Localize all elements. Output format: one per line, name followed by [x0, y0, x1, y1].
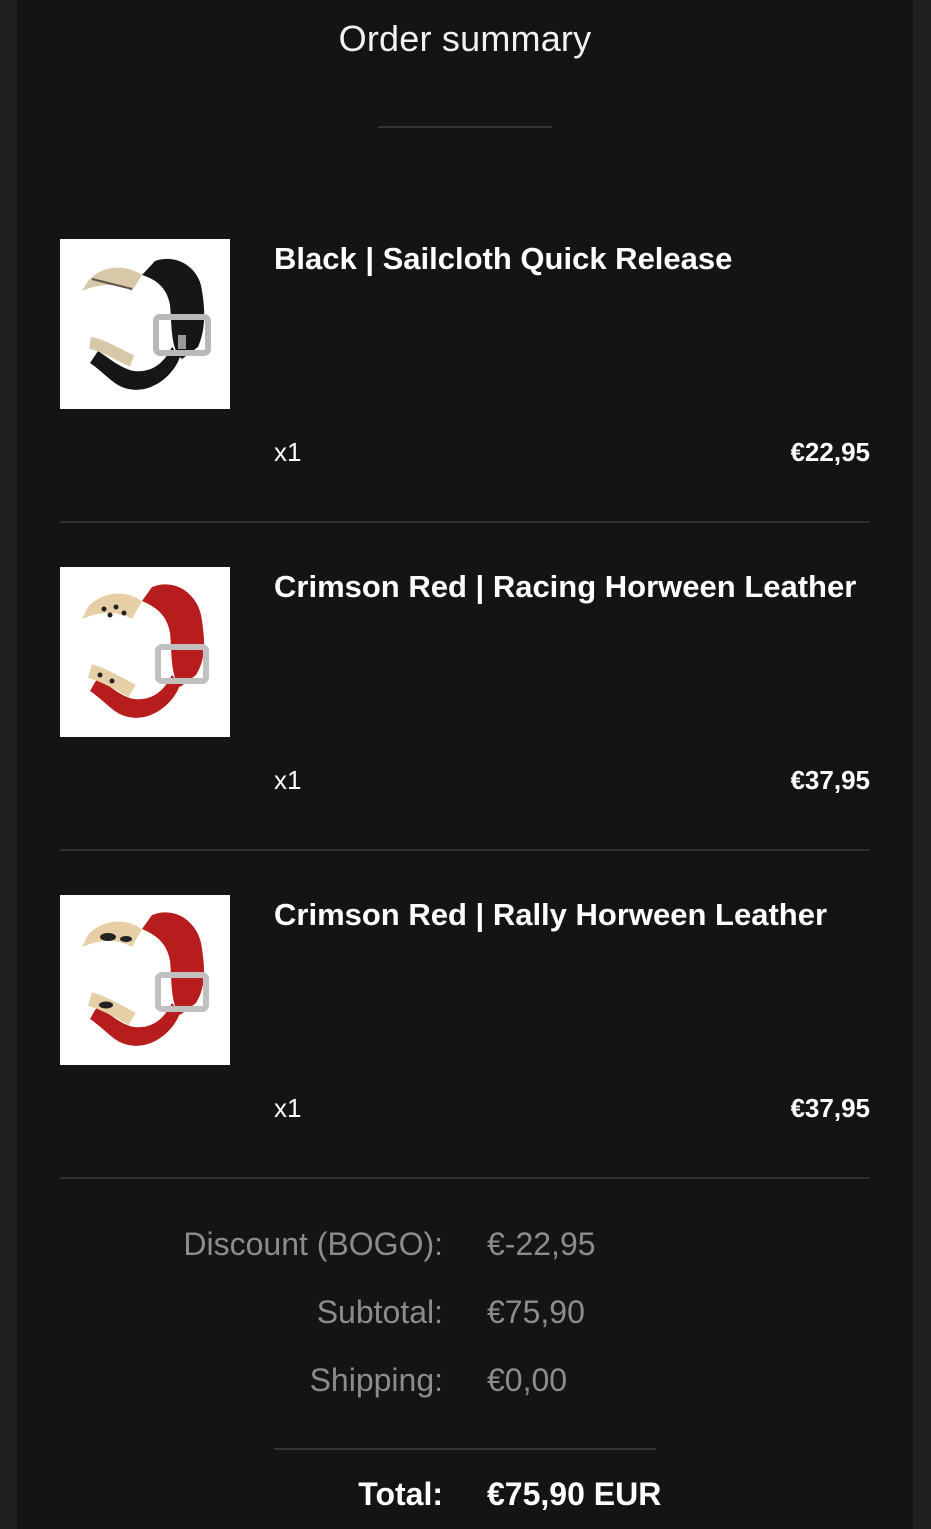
total-value: €75,90 EUR — [487, 1476, 662, 1512]
order-summary-panel: Order summary Black | Sailcloth Quick Re… — [17, 0, 913, 1529]
subtotal-row: Subtotal: €75,90 — [17, 1294, 913, 1338]
product-price: €22,95 — [790, 437, 870, 467]
page-title: Order summary — [338, 18, 592, 59]
item-divider — [60, 1177, 870, 1179]
discount-value: €-22,95 — [487, 1226, 596, 1262]
order-item: Crimson Red | Racing Horween Leather x1 … — [60, 567, 870, 851]
product-quantity: x1 — [274, 437, 302, 467]
item-divider — [60, 849, 870, 851]
subtotal-label: Subtotal: — [316, 1294, 443, 1330]
product-price: €37,95 — [790, 1093, 870, 1123]
total-row: Total: €75,90 EUR — [17, 1476, 913, 1520]
watch-strap-image — [82, 912, 209, 1046]
discount-label: Discount (BOGO): — [183, 1226, 443, 1262]
product-thumbnail — [60, 895, 230, 1065]
shipping-label: Shipping: — [309, 1362, 443, 1398]
product-name[interactable]: Crimson Red | Rally Horween Leather — [274, 897, 827, 933]
subtotal-value: €75,90 — [487, 1294, 585, 1330]
order-item: Crimson Red | Rally Horween Leather x1 €… — [60, 895, 870, 1179]
order-item: Black | Sailcloth Quick Release x1 €22,9… — [60, 239, 870, 523]
watch-strap-image — [82, 584, 209, 718]
total-divider — [274, 1448, 656, 1450]
product-quantity: x1 — [274, 765, 302, 795]
product-quantity: x1 — [274, 1093, 302, 1123]
total-label: Total: — [358, 1476, 443, 1512]
item-divider — [60, 521, 870, 523]
product-thumbnail — [60, 239, 230, 409]
product-name[interactable]: Crimson Red | Racing Horween Leather — [274, 569, 856, 605]
title-divider — [378, 126, 552, 128]
shipping-row: Shipping: €0,00 — [17, 1362, 913, 1406]
watch-strap-image — [82, 258, 211, 390]
product-name[interactable]: Black | Sailcloth Quick Release — [274, 241, 732, 277]
product-thumbnail — [60, 567, 230, 737]
discount-row: Discount (BOGO): €-22,95 — [17, 1226, 913, 1270]
shipping-value: €0,00 — [487, 1362, 568, 1398]
product-price: €37,95 — [790, 765, 870, 795]
